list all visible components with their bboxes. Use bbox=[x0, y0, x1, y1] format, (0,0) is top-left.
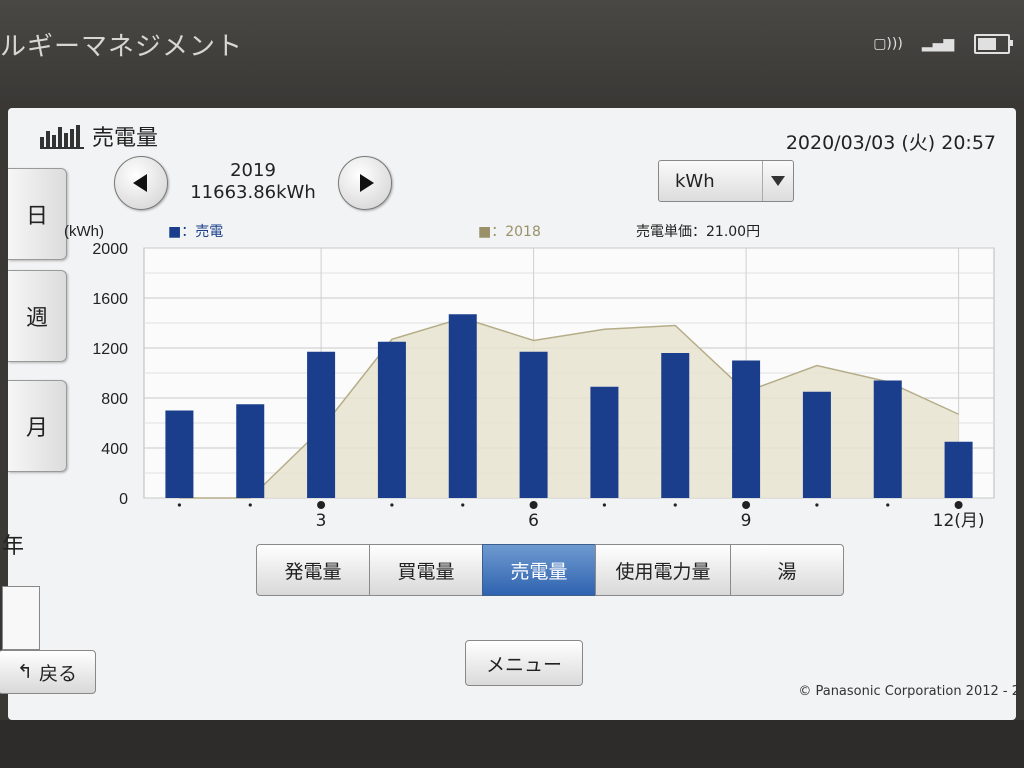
x-tick-label: 12(月) bbox=[933, 511, 985, 531]
y-tick-label: 1200 bbox=[92, 341, 128, 358]
dropdown-arrow[interactable] bbox=[762, 161, 793, 201]
bar-9 bbox=[732, 360, 761, 498]
bar-8 bbox=[661, 353, 690, 498]
bar-3 bbox=[307, 351, 336, 498]
back-arrow-icon: ↰ bbox=[17, 661, 33, 683]
prev-year-button[interactable] bbox=[114, 156, 168, 210]
bar-5 bbox=[448, 314, 477, 498]
bar-7 bbox=[590, 386, 619, 498]
device-bezel bbox=[0, 720, 1024, 768]
bar-10 bbox=[802, 391, 831, 498]
tab-consumption[interactable]: 使用電力量 bbox=[595, 544, 731, 596]
device-status-bar: ルギーマネジメント ▢))) ▂▄▆ bbox=[0, 0, 1024, 100]
x-tick-label: 9 bbox=[741, 511, 752, 531]
unit-selected-value: kWh bbox=[675, 170, 715, 192]
status-icons: ▢))) ▂▄▆ bbox=[873, 34, 1013, 54]
sales-chart: 0 400 800 1200 1600 2000(kWh) ■：売電 ■：2018 売電単価：2… bbox=[64, 223, 995, 531]
legend-compare: ■：2018 bbox=[478, 224, 541, 240]
bar-11 bbox=[873, 380, 902, 498]
back-label: 戻る bbox=[38, 662, 77, 685]
y-tick-label: 2000 bbox=[92, 241, 128, 258]
wireless-icon: ▢))) bbox=[873, 36, 903, 52]
bar-2 bbox=[236, 404, 265, 498]
right-arrow-icon bbox=[359, 174, 374, 192]
copyright: © Panasonic Corporation 2012 - 2 bbox=[798, 684, 1020, 699]
x-tick-dot bbox=[815, 503, 819, 507]
legend-unit-price: 売電単価：21.00円 bbox=[636, 224, 760, 240]
bar-chart-icon bbox=[40, 123, 84, 149]
tab-hot-water[interactable]: 湯 bbox=[730, 544, 844, 596]
chevron-down-icon bbox=[771, 176, 785, 186]
bar-1 bbox=[165, 410, 194, 498]
x-tick-label: 6 bbox=[528, 511, 539, 531]
year-tab-box[interactable] bbox=[2, 586, 40, 650]
x-tick-dot bbox=[529, 501, 538, 509]
x-tick-dot bbox=[954, 501, 963, 509]
left-arrow-icon bbox=[132, 174, 147, 192]
tab-generation[interactable]: 発電量 bbox=[256, 544, 370, 596]
y-tick-label: 1600 bbox=[92, 291, 128, 308]
y-tick-label: 800 bbox=[101, 391, 128, 408]
y-axis-label: (kWh) bbox=[64, 223, 104, 240]
year-value: 2019 bbox=[230, 160, 276, 181]
bar-12 bbox=[944, 441, 973, 498]
tab-sales[interactable]: 売電量 bbox=[482, 544, 596, 596]
x-tick-dot bbox=[177, 503, 182, 507]
year-total: 11663.86kWh bbox=[190, 182, 316, 203]
x-tick-dot bbox=[461, 503, 465, 507]
bar-6 bbox=[519, 351, 548, 498]
legend-series: ■：売電 bbox=[168, 224, 223, 240]
y-tick-label: 0 bbox=[119, 491, 128, 508]
app-title: ルギーマネジメント bbox=[0, 32, 244, 62]
page-header: 売電量 bbox=[40, 120, 158, 152]
battery-icon bbox=[974, 34, 1013, 54]
x-tick-dot bbox=[602, 503, 607, 507]
page-title: 売電量 bbox=[92, 126, 159, 151]
x-tick-dot bbox=[317, 501, 326, 509]
main-screen: 売電量 2020/03/03 (火) 20:57 日 週 月 年 2019 11… bbox=[0, 108, 1020, 720]
x-tick-dot bbox=[742, 501, 751, 509]
signal-icon: ▂▄▆ bbox=[921, 36, 955, 52]
datetime: 2020/03/03 (火) 20:57 bbox=[785, 132, 996, 154]
back-button[interactable]: ↰ 戻る bbox=[0, 650, 96, 694]
category-tabs: 発電量 買電量 売電量 使用電力量 湯 bbox=[256, 544, 844, 596]
x-tick-dot bbox=[390, 503, 394, 507]
tab-purchase[interactable]: 買電量 bbox=[369, 544, 483, 596]
x-tick-label: 3 bbox=[316, 511, 327, 531]
next-year-button[interactable] bbox=[338, 156, 392, 210]
y-tick-label: 400 bbox=[101, 441, 128, 458]
year-summary: 2019 11663.86kWh bbox=[168, 160, 338, 204]
menu-button[interactable]: メニュー bbox=[465, 640, 583, 686]
bar-4 bbox=[377, 341, 406, 498]
x-tick-dot bbox=[248, 503, 252, 507]
x-tick-dot bbox=[673, 503, 677, 507]
unit-select[interactable]: kWh bbox=[658, 160, 794, 202]
x-tick-dot bbox=[886, 503, 890, 507]
